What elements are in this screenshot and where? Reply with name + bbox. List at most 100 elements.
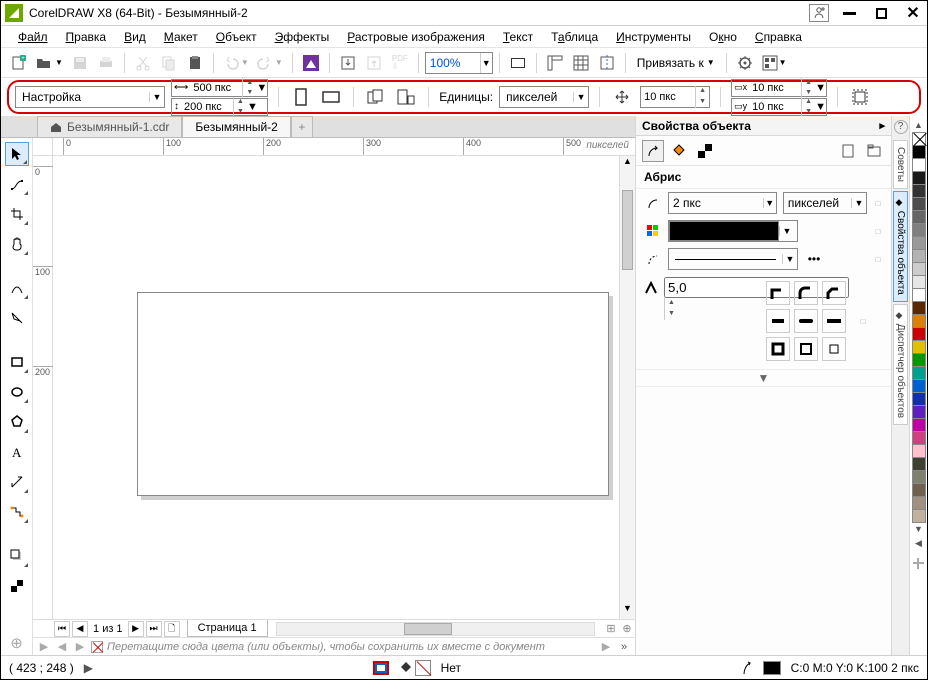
copy-button[interactable] [157,51,181,75]
horizontal-ruler[interactable]: 0 100 200 300 400 500 пикселей [33,138,635,156]
palette-swatch[interactable] [912,418,926,432]
vertical-ruler[interactable]: 0 100 200 [33,156,53,619]
last-page-button[interactable]: ⏭ [146,621,162,637]
palette-swatch[interactable] [912,379,926,393]
fullscreen-button[interactable] [506,51,530,75]
drop-shadow-tool[interactable] [5,544,29,568]
menu-edit[interactable]: Правка [57,27,116,47]
ellipse-tool[interactable] [5,380,29,404]
menu-text[interactable]: Текст [494,27,542,47]
palette-swatch[interactable] [912,457,926,471]
minimize-button[interactable] [837,2,861,24]
page-width-input[interactable]: ⟷▲▼▼ [171,79,268,97]
pick-tool[interactable] [5,142,29,166]
palette-swatch[interactable] [912,327,926,341]
navigator-popup[interactable]: ⊞ [603,622,619,635]
shape-tool[interactable] [5,172,29,196]
zoom-combo[interactable]: ▼ [425,52,493,74]
transparency-tool[interactable] [5,574,29,598]
quick-customize[interactable]: ⊕ [5,631,29,655]
dup-y-input[interactable]: ▭y▲▼▼ [731,98,827,116]
dup-x-input[interactable]: ▭x▲▼▼ [731,79,827,97]
options-button[interactable] [733,51,757,75]
text-tool[interactable]: A [5,440,29,464]
palette-swatch[interactable] [912,262,926,276]
treat-as-filled-button[interactable] [848,85,872,109]
palette-swatch[interactable] [912,314,926,328]
palette-swatch[interactable] [912,158,926,172]
pdf-button[interactable]: PDF⇩ [388,51,412,75]
crop-tool[interactable] [5,202,29,226]
palette-swatch[interactable] [912,197,926,211]
doc-tab-1[interactable]: Безымянный-1.cdr [37,116,182,137]
polygon-tool[interactable] [5,410,29,434]
pos-inside[interactable] [822,337,846,361]
palette-swatch[interactable] [912,353,926,367]
palette-add[interactable] [911,556,926,571]
cut-button[interactable] [131,51,155,75]
palette-swatch[interactable] [912,301,926,315]
open-button[interactable]: ▼ [33,51,66,75]
artistic-media-tool[interactable] [5,306,29,330]
next-page-button[interactable]: ▶ [128,621,144,637]
palette-swatch[interactable] [912,340,926,354]
show-guides-button[interactable] [595,51,619,75]
menu-view[interactable]: Вид [115,27,155,47]
palette-swatch[interactable] [912,366,926,380]
outline-style-combo[interactable]: ▼ [668,248,798,270]
app-launcher-button[interactable]: ▼ [759,51,790,75]
landscape-button[interactable] [319,85,343,109]
palette-swatch[interactable] [912,275,926,289]
prev-page-button[interactable]: ◀ [72,621,88,637]
snap-to-button[interactable]: Привязать к ▼ [632,51,720,75]
document-palette-hint[interactable]: ▶◀▶ Перетащите сюда цвета (или объекты),… [33,637,635,655]
linecap-square[interactable] [822,309,846,333]
linecap-round[interactable] [794,309,818,333]
palette-swatch[interactable] [912,405,926,419]
new-doc-tab[interactable]: + [291,116,313,137]
menu-tools[interactable]: Инструменты [607,27,700,47]
freehand-tool[interactable] [5,276,29,300]
menu-effects[interactable]: Эффекты [266,27,339,47]
print-button[interactable] [94,51,118,75]
parallel-dim-tool[interactable] [5,470,29,494]
palette-swatch[interactable] [912,470,926,484]
palette-swatch[interactable] [912,171,926,185]
pos-outside[interactable] [766,337,790,361]
dash-settings-button[interactable]: ••• [804,252,824,266]
no-color-swatch[interactable] [91,641,103,653]
docker-menu-icon[interactable]: ▸ [879,119,885,132]
sidetab-hints[interactable]: Советы [893,140,908,189]
all-pages-button[interactable] [364,85,388,109]
palette-swatch[interactable] [912,236,926,250]
horizontal-scrollbar[interactable] [276,622,595,636]
close-button[interactable]: ✕ [901,2,925,24]
account-icon[interactable] [809,4,829,22]
import-button[interactable] [336,51,360,75]
miter-limit-input[interactable]: ▲▼ [664,277,754,299]
palette-swatch[interactable] [912,496,926,510]
linecap-butt[interactable] [766,309,790,333]
pan-tool[interactable] [5,232,29,256]
menu-window[interactable]: Окно [700,27,746,47]
palette-swatch[interactable] [912,509,926,523]
corner-round[interactable] [794,281,818,305]
palette-swatch[interactable] [912,210,926,224]
menu-object[interactable]: Объект [207,27,266,47]
transparency-tab-icon[interactable] [694,140,716,162]
outline-width-combo[interactable]: ▼ [668,192,777,214]
corner-miter[interactable] [766,281,790,305]
first-page-button[interactable]: ⏮ [54,621,70,637]
palette-swatch[interactable] [912,431,926,445]
palette-no-color[interactable] [912,132,926,146]
zoom-input[interactable] [426,53,480,73]
palette-swatch[interactable] [912,223,926,237]
maximize-button[interactable] [869,2,893,24]
show-rulers-button[interactable] [543,51,567,75]
page-height-input[interactable]: ↕▲▼▼ [171,98,268,116]
undo-button[interactable]: ▼ [220,51,252,75]
palette-scroll-up[interactable]: ▲ [914,118,923,132]
units-combo[interactable]: пикселей▼ [499,86,589,108]
palette-swatch[interactable] [912,184,926,198]
save-button[interactable] [68,51,92,75]
